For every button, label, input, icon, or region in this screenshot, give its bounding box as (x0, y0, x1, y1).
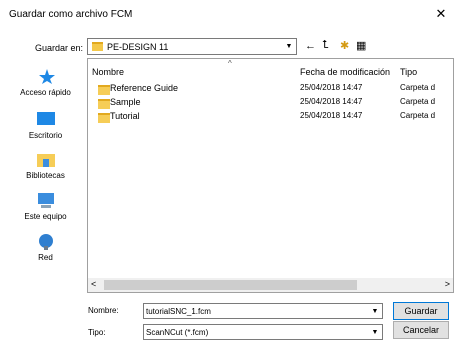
file-type: Carpeta d (400, 83, 436, 92)
list-item[interactable]: Tutorial 25/04/2018 14:47 Carpeta d (88, 111, 453, 124)
column-header-type[interactable]: Tipo (400, 67, 417, 77)
place-label: Bibliotecas (26, 171, 65, 180)
scrollbar-thumb[interactable] (104, 280, 357, 290)
file-list[interactable]: ^ Nombre Fecha de modificación Tipo Refe… (87, 58, 454, 293)
filetype-value: ScanNCut (*.fcm) (146, 328, 209, 337)
folder-icon (92, 42, 103, 51)
chevron-down-icon[interactable]: ▼ (282, 39, 296, 54)
new-folder-icon[interactable]: ✱ (340, 39, 349, 52)
sort-ascending-icon: ^ (228, 59, 232, 68)
place-label: Este equipo (24, 212, 67, 221)
up-folder-icon[interactable]: ⮤ (322, 39, 329, 52)
places-bar: Acceso rápido Escritorio Bibliotecas Est… (7, 58, 84, 291)
network-icon (38, 234, 53, 250)
save-in-label: Guardar en: (35, 43, 84, 53)
place-this-pc[interactable]: Este equipo (7, 192, 84, 221)
place-label: Acceso rápido (20, 88, 71, 97)
star-icon (38, 69, 55, 84)
file-type: Carpeta d (400, 97, 436, 106)
filetype-dropdown[interactable]: ScanNCut (*.fcm) ▼ (143, 324, 383, 340)
title-bar: Guardar como archivo FCM ✕ (0, 0, 454, 30)
file-name: Tutorial (110, 111, 140, 121)
horizontal-scrollbar[interactable]: < > (88, 278, 453, 292)
file-date: 25/04/2018 14:47 (300, 111, 363, 120)
cancel-button[interactable]: Cancelar (393, 321, 449, 339)
file-type: Carpeta d (400, 111, 436, 120)
scroll-left-icon[interactable]: < (91, 279, 96, 289)
list-item[interactable]: Sample 25/04/2018 14:47 Carpeta d (88, 97, 453, 110)
file-date: 25/04/2018 14:47 (300, 83, 363, 92)
filename-label: Nombre: (88, 306, 119, 315)
place-libraries[interactable]: Bibliotecas (7, 151, 84, 180)
window-title: Guardar como archivo FCM (9, 9, 133, 20)
place-label: Escritorio (28, 131, 63, 140)
filename-field[interactable]: tutorialSNC_1.fcm ▼ (143, 303, 383, 319)
column-header-name[interactable]: Nombre (92, 67, 124, 77)
file-name: Reference Guide (110, 83, 179, 93)
list-item[interactable]: Reference Guide 25/04/2018 14:47 Carpeta… (88, 83, 453, 96)
place-label: Red (38, 253, 53, 262)
back-icon[interactable]: ← (305, 40, 316, 52)
view-menu-icon[interactable]: ▦ (356, 39, 366, 52)
file-name: Sample (110, 97, 141, 107)
chevron-down-icon[interactable]: ▼ (368, 304, 382, 318)
place-desktop[interactable]: Escritorio (7, 111, 84, 140)
save-in-dropdown[interactable]: PE-DESIGN 11 ▼ (87, 38, 297, 55)
chevron-down-icon[interactable]: ▼ (368, 325, 382, 339)
close-icon[interactable]: ✕ (432, 5, 450, 23)
place-network[interactable]: Red (7, 233, 84, 262)
place-quick-access[interactable]: Acceso rápido (7, 68, 84, 97)
column-header-date[interactable]: Fecha de modificación (300, 67, 390, 77)
folder-icon (98, 85, 110, 95)
file-date: 25/04/2018 14:47 (300, 97, 363, 106)
scroll-right-icon[interactable]: > (445, 279, 450, 289)
libraries-icon (36, 154, 55, 167)
folder-icon (98, 113, 110, 123)
desktop-icon (36, 112, 55, 125)
folder-icon (98, 99, 110, 109)
computer-icon (37, 193, 54, 208)
filename-value: tutorialSNC_1.fcm (146, 307, 211, 316)
save-button[interactable]: Guardar (393, 302, 449, 320)
save-in-value: PE-DESIGN 11 (107, 42, 169, 52)
filetype-label: Tipo: (88, 328, 106, 337)
